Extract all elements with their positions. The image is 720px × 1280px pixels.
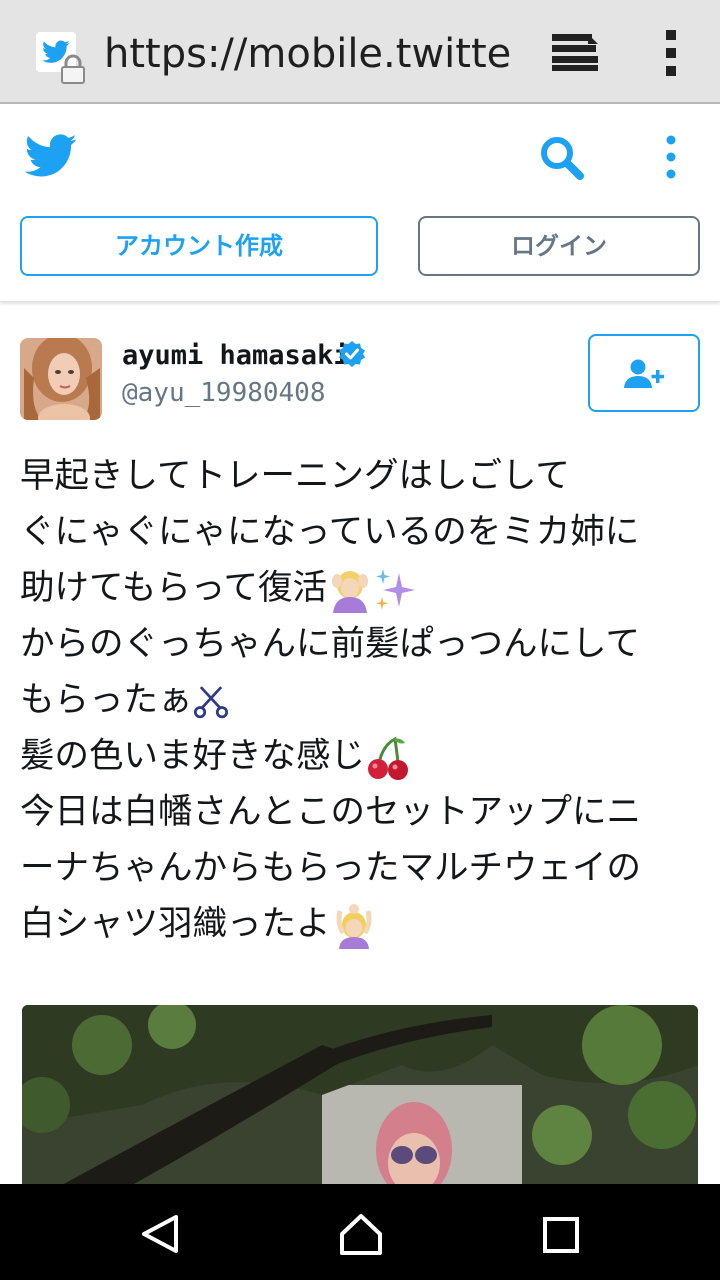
site-favicon: [36, 32, 88, 84]
tweet-photo[interactable]: [22, 1005, 698, 1185]
tweet-line: ぐにゃぐにゃになっているのをミカ姉に: [20, 512, 640, 552]
home-icon[interactable]: [338, 1212, 384, 1256]
tabs-icon[interactable]: [550, 32, 600, 72]
browser-toolbar: https://mobile.twitter.c: [0, 0, 720, 104]
back-triangle-icon[interactable]: [138, 1214, 182, 1254]
tweet-line: からのぐっちゃんに前髪ぱっつんにして: [20, 624, 640, 664]
tweet-line: もらったぁ: [20, 672, 710, 728]
cherries-emoji-icon: [368, 736, 408, 780]
recents-square-icon[interactable]: [542, 1216, 580, 1254]
tweet-line: ーナちゃんからもらったマルチウェイの: [20, 848, 641, 888]
hair-salon-emoji-icon: [332, 570, 369, 613]
login-button[interactable]: ログイン: [418, 216, 700, 276]
more-vertical-icon[interactable]: [656, 134, 686, 180]
verified-badge-icon: [339, 341, 365, 367]
android-nav-bar: [0, 1184, 720, 1280]
avatar[interactable]: [20, 338, 102, 420]
tweet-line: 早起きしてトレーニングはしごして: [20, 456, 570, 496]
tweet-line: 今日は白幡さんとこのセットアップにニ: [20, 792, 641, 832]
tweet-author-name[interactable]: ayumi hamasaki: [122, 340, 350, 371]
tweet-line: 助けてもらって復活: [20, 560, 710, 616]
signup-button[interactable]: アカウント作成: [20, 216, 378, 276]
tweet-line: 髪の色いま好きな感じ: [20, 728, 710, 784]
tweet-author-handle[interactable]: @ayu_19980408: [122, 378, 326, 408]
lock-icon: [61, 54, 85, 84]
twitter-bird-icon[interactable]: [24, 134, 78, 178]
search-icon[interactable]: [538, 134, 586, 182]
scissors-emoji-icon: [193, 685, 228, 718]
follow-button[interactable]: [588, 334, 700, 412]
tweet-line: 白シャツ羽織ったよ: [20, 896, 710, 952]
tweet-text: 早起きしてトレーニングはしごして ぐにゃぐにゃになっているのをミカ姉に 助けても…: [20, 448, 710, 952]
sparkles-emoji-icon: [376, 568, 416, 609]
twitter-header: アカウント作成 ログイン: [0, 104, 720, 302]
overflow-menu-icon[interactable]: [656, 30, 686, 76]
raising-hands-emoji-icon: [336, 903, 371, 949]
address-bar-url[interactable]: https://mobile.twitter.c: [104, 28, 514, 80]
add-user-icon: [624, 359, 664, 388]
